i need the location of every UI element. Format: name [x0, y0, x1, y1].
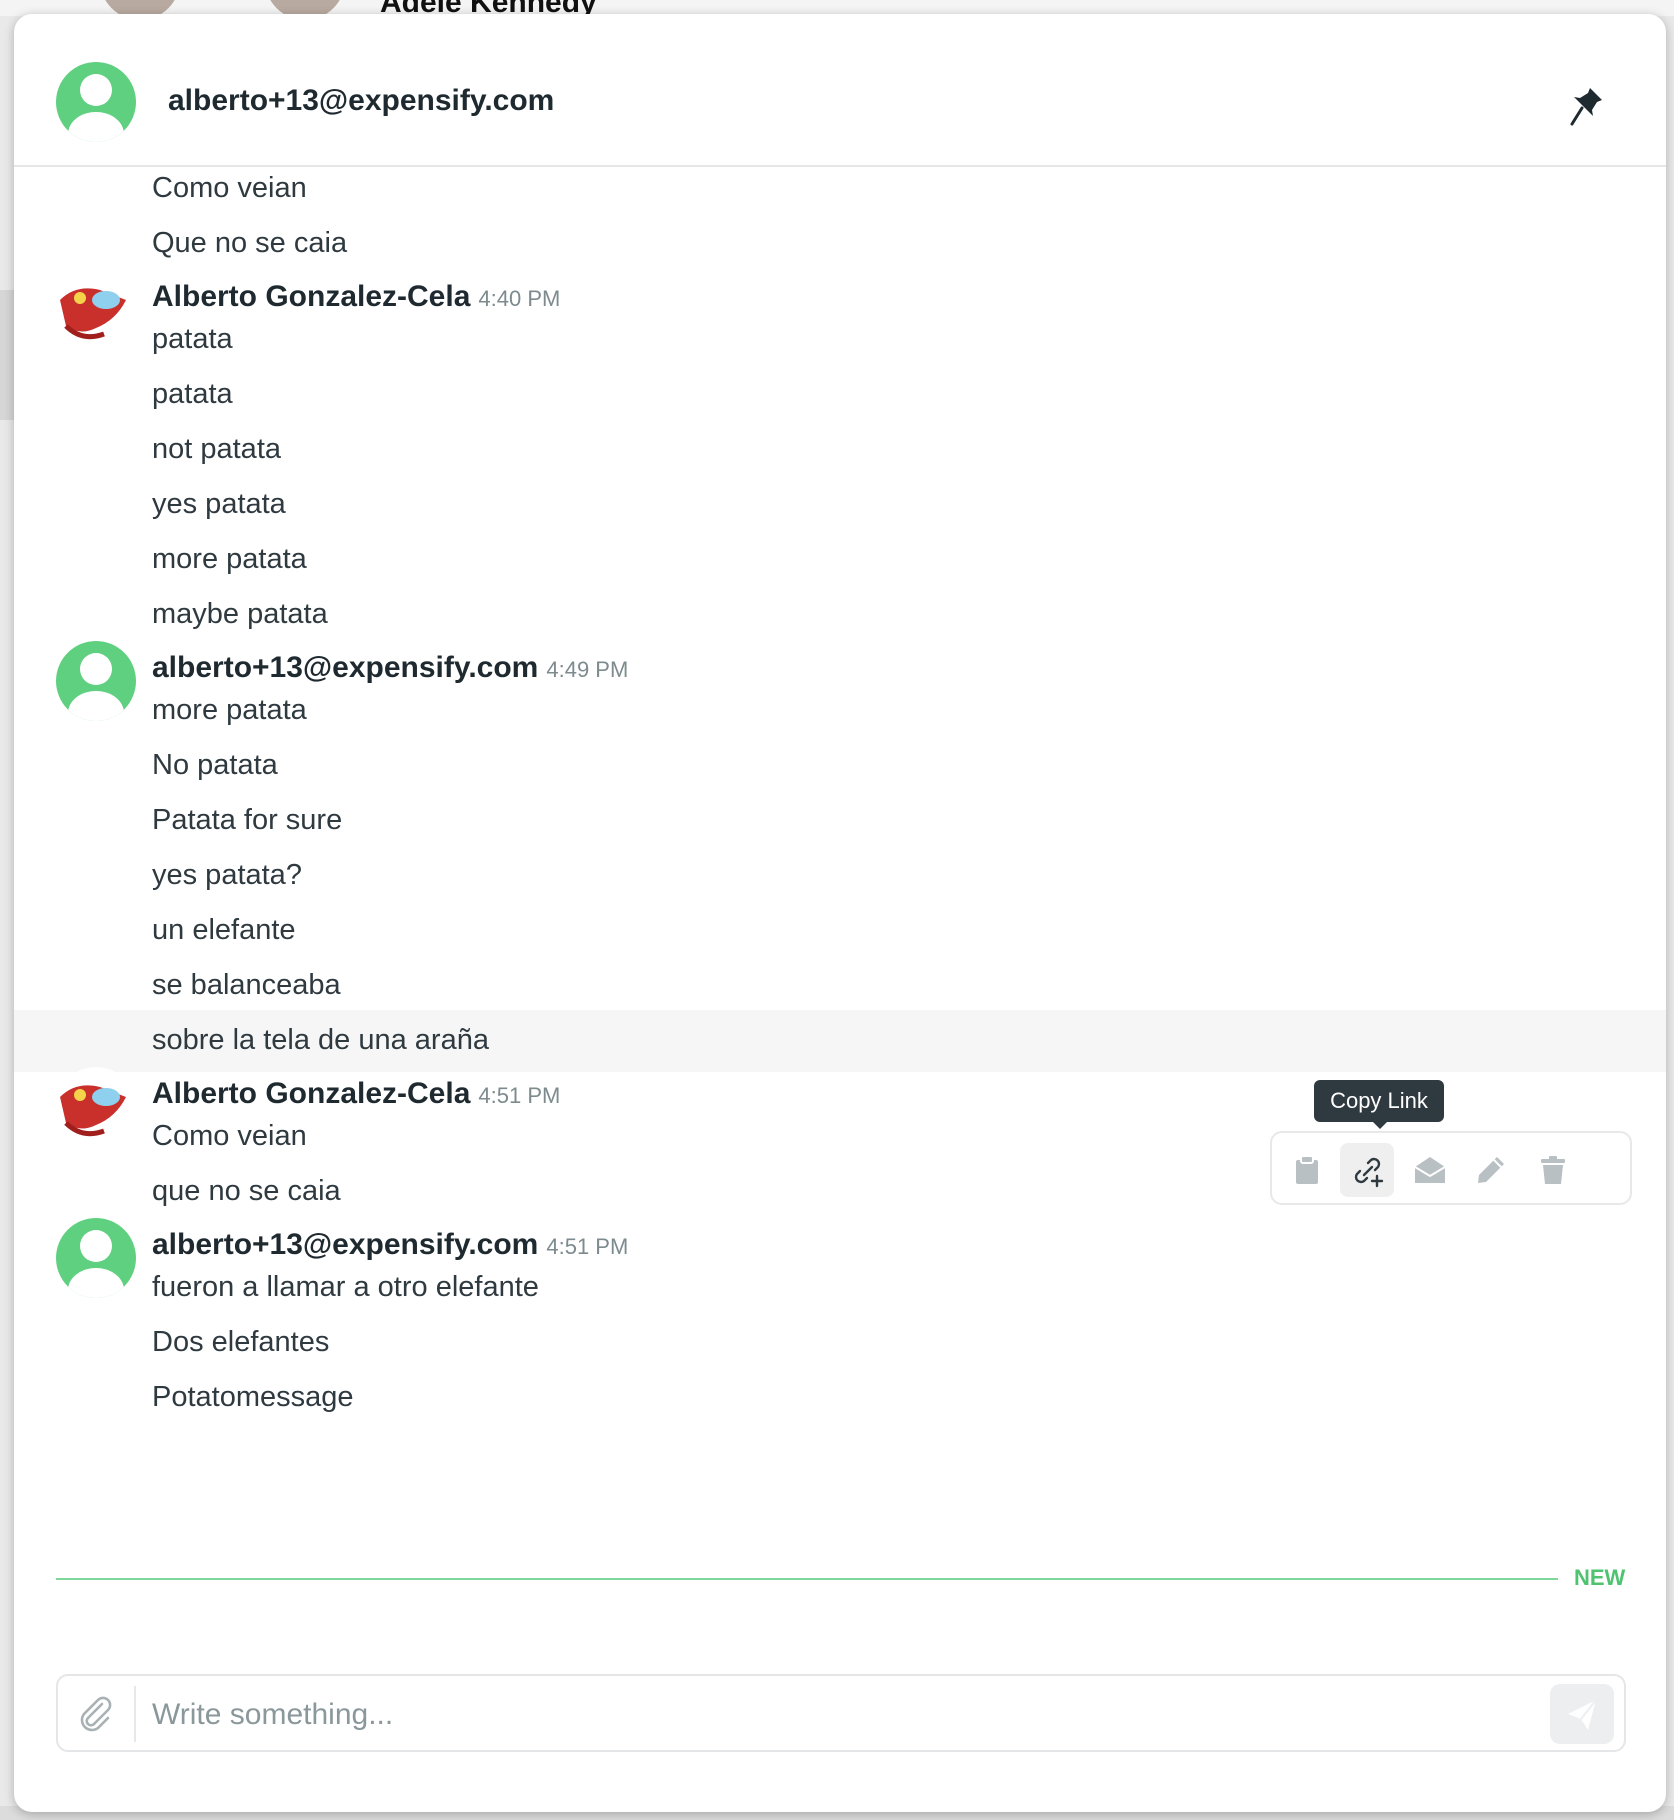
sender-name[interactable]: alberto+13@expensify.com [152, 651, 538, 684]
composer-divider [134, 1686, 136, 1742]
message-timestamp: 4:51 PM [546, 1234, 629, 1259]
delete-message-button[interactable] [1526, 1143, 1580, 1197]
user-avatar[interactable] [56, 62, 136, 142]
sender-name[interactable]: alberto+13@expensify.com [152, 1228, 538, 1261]
copy-link-button[interactable] [1340, 1143, 1394, 1197]
message-text: patata [152, 378, 233, 410]
edit-message-button[interactable] [1464, 1143, 1518, 1197]
message-feed: Como veian Que no se caia Alberto Gonzalez… [14, 167, 1666, 1677]
message-text: Potatomessage [152, 1381, 354, 1413]
message-text: yes patata? [152, 859, 302, 891]
message-text: un elefante [152, 914, 296, 946]
message-text: No patata [152, 749, 278, 781]
message-header: Alberto Gonzalez-Cela 4:51 PM [152, 1077, 560, 1111]
message-text: yes patata [152, 488, 286, 520]
new-messages-label: NEW [1574, 1565, 1626, 1590]
message-text: maybe patata [152, 598, 328, 630]
pencil-icon [1478, 1157, 1504, 1183]
message-text: fueron a llamar a otro elefante [152, 1271, 539, 1303]
message-timestamp: 4:40 PM [478, 286, 561, 311]
message-text: more patata [152, 694, 307, 726]
sender-name[interactable]: Alberto Gonzalez-Cela [152, 280, 470, 313]
sender-name[interactable]: Alberto Gonzalez-Cela [152, 1077, 470, 1110]
background-sidebar-edge [0, 290, 14, 420]
copy-to-clipboard-button[interactable] [1280, 1143, 1334, 1197]
message-text: Dos elefantes [152, 1326, 330, 1358]
user-avatar[interactable] [56, 641, 136, 721]
new-messages-divider [56, 1578, 1558, 1580]
user-photo-avatar[interactable] [56, 1067, 136, 1147]
message-text: Como veian [152, 172, 307, 204]
message-text: patata [152, 323, 233, 355]
message-text: Como veian [152, 1120, 307, 1152]
message-header: alberto+13@expensify.com 4:51 PM [152, 1228, 628, 1262]
chat-title: alberto+13@expensify.com [168, 84, 555, 117]
send-button[interactable] [1550, 1684, 1614, 1744]
tooltip-arrow [1372, 1121, 1388, 1129]
send-icon [1568, 1699, 1597, 1730]
message-text: Patata for sure [152, 804, 343, 836]
trash-icon [1541, 1156, 1565, 1184]
mail-open-icon [1414, 1157, 1446, 1183]
message-text: Que no se caia [152, 227, 348, 259]
chat-modal: alberto+13@expensify.com Como veian Que n… [14, 14, 1666, 1812]
message-header: Alberto Gonzalez-Cela 4:40 PM [152, 280, 560, 314]
message-timestamp: 4:51 PM [478, 1083, 561, 1108]
message-text: sobre la tela de una araña [152, 1024, 489, 1056]
message-text: se balanceaba [152, 969, 341, 1001]
message-text: not patata [152, 433, 281, 465]
message-timestamp: 4:49 PM [546, 657, 629, 682]
copy-link-tooltip: Copy Link [1314, 1080, 1444, 1122]
link-icon [1354, 1157, 1384, 1188]
chat-header: alberto+13@expensify.com [14, 14, 1666, 167]
message-composer [56, 1674, 1626, 1752]
clipboard-icon [1296, 1155, 1318, 1184]
message-input[interactable] [150, 1688, 1454, 1742]
user-avatar[interactable] [56, 1218, 136, 1298]
message-actions-toolbar [1270, 1131, 1632, 1205]
user-photo-avatar[interactable] [56, 270, 136, 350]
paperclip-icon[interactable] [72, 1690, 120, 1738]
mark-unread-button[interactable] [1402, 1143, 1456, 1197]
message-text: more patata [152, 543, 307, 575]
pin-icon[interactable] [1566, 84, 1606, 128]
message-header: alberto+13@expensify.com 4:49 PM [152, 651, 628, 685]
message-text: que no se caia [152, 1175, 341, 1207]
